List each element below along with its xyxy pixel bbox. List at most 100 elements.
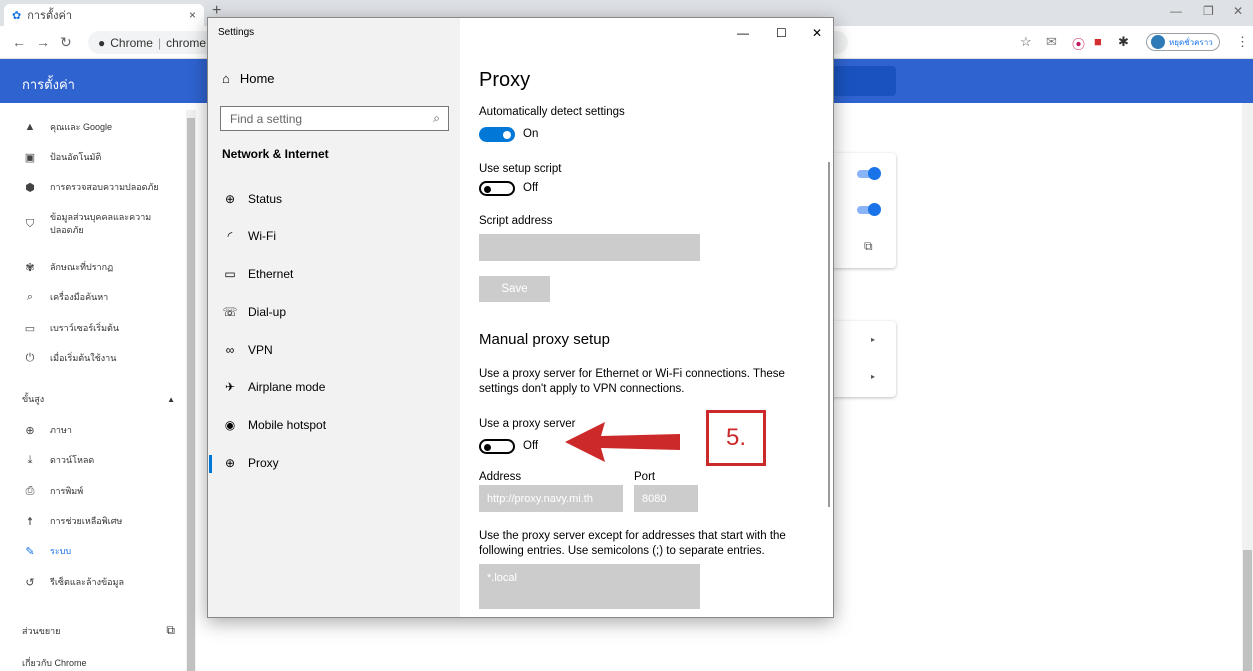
gear-icon: ✿ [12, 9, 22, 22]
minimize-icon[interactable]: — [737, 26, 749, 40]
use-proxy-state: Off [523, 440, 539, 452]
save-button[interactable]: Save [479, 276, 550, 302]
auto-detect-toggle[interactable] [479, 127, 515, 142]
nav-item-airplane-mode[interactable]: ✈ Airplane mode [222, 380, 325, 394]
nav-item-you-and-google[interactable]: ▲ คุณและ Google [0, 120, 113, 134]
nav-item-dialup[interactable]: ☏ Dial-up [222, 305, 286, 319]
port-input[interactable]: 8080 [634, 485, 698, 512]
nav-item-reset[interactable]: ↺ รีเซ็ตและล้างข้อมูล [0, 575, 124, 589]
nav-item-proxy[interactable]: ⊕ Proxy [222, 456, 279, 470]
nav-item-status[interactable]: ⊕ Status [222, 192, 282, 206]
wifi-icon: ◜ [227, 229, 233, 243]
script-address-input[interactable] [479, 234, 700, 261]
page-title: Proxy [479, 69, 531, 91]
section-title: Network & Internet [222, 147, 329, 161]
nav-item-wifi[interactable]: ◜ Wi-Fi [222, 229, 276, 243]
reload-icon[interactable]: ↻ [60, 34, 72, 51]
chevron-right-icon[interactable]: ▸ [871, 372, 875, 381]
home-label: Home [239, 71, 275, 86]
annotation-arrow [565, 422, 680, 462]
nav-label: Proxy [248, 456, 279, 470]
nav-item-privacy[interactable]: ⛉ ข้อมูลส่วนบุคคลและความปลอดภัย [0, 211, 180, 237]
setup-script-toggle[interactable] [479, 181, 515, 196]
extensions-puzzle-icon[interactable]: ✱ [1118, 34, 1129, 50]
nav-label: เมื่อเริ่มต้นใช้งาน [50, 353, 117, 363]
nav-item-system[interactable]: ✎ ระบบ [0, 544, 71, 558]
nav-item-languages[interactable]: ⊕ ภาษา [0, 423, 72, 437]
chevron-right-icon[interactable]: ▸ [871, 335, 875, 344]
tab-close-icon[interactable]: × [189, 8, 196, 22]
settings-search-bar[interactable] [830, 66, 896, 96]
close-icon[interactable]: ✕ [812, 26, 822, 40]
exceptions-description: Use the proxy server except for addresse… [479, 530, 786, 557]
auto-detect-label: Automatically detect settings [479, 106, 625, 118]
nav-label: ดาวน์โหลด [50, 455, 95, 465]
nav-label: การช่วยเหลือพิเศษ [50, 516, 123, 526]
site-info-icon[interactable]: ● [98, 36, 105, 50]
find-setting-input[interactable]: Find a setting ⌕ [220, 106, 449, 131]
open-external-icon[interactable]: ⧉ [864, 239, 873, 254]
globe-icon: ⊕ [25, 424, 35, 437]
nav-item-extensions[interactable]: ส่วนขยาย ⧉ [0, 623, 175, 638]
forward-icon[interactable]: → [36, 34, 50, 50]
profile-button[interactable]: หยุดชั่วคราว [1146, 33, 1220, 51]
nav-item-safety-check[interactable]: ⬢ การตรวจสอบความปลอดภัย [0, 180, 159, 194]
status-globe-icon: ⊕ [224, 192, 236, 206]
power-icon: ⏻ [25, 351, 35, 364]
nav-item-ethernet[interactable]: ▭ Ethernet [222, 267, 293, 281]
bookmark-star-icon[interactable]: ☆ [1020, 34, 1032, 50]
nav-item-search-engine[interactable]: ⌕ เครื่องมือค้นหา [0, 290, 108, 304]
extension-red-icon[interactable]: ■ [1094, 34, 1102, 49]
printer-icon: ⎙ [25, 484, 35, 497]
hotspot-icon: ◉ [224, 418, 236, 432]
maximize-icon[interactable]: ☐ [776, 26, 787, 40]
minimize-icon[interactable]: — [1170, 4, 1182, 18]
nav-item-accessibility[interactable]: ☨ การช่วยเหลือพิเศษ [0, 514, 122, 528]
use-proxy-toggle[interactable] [479, 439, 515, 454]
vpn-icon: ∞ [225, 343, 235, 357]
nav-item-default-browser[interactable]: ▭ เบราว์เซอร์เริ่มต้น [0, 321, 119, 335]
ethernet-icon: ▭ [224, 267, 236, 281]
nav-item-mobile-hotspot[interactable]: ◉ Mobile hotspot [222, 418, 326, 432]
exceptions-input[interactable]: *.local [479, 564, 700, 609]
nav-label: รีเซ็ตและล้างข้อมูล [50, 577, 124, 587]
script-address-label: Script address [479, 215, 553, 227]
avatar [1151, 35, 1165, 49]
restore-icon[interactable]: ❐ [1203, 4, 1214, 18]
home-icon: ⌂ [222, 71, 230, 86]
close-icon[interactable]: ✕ [1233, 4, 1243, 18]
pane-scrollbar[interactable] [828, 162, 830, 507]
nav-label: Dial-up [248, 305, 287, 319]
extension-record-icon[interactable]: ⦿ [1072, 34, 1085, 53]
page-title: การตั้งค่า [22, 77, 75, 92]
search-icon: ⌕ [26, 290, 34, 303]
browser-tab[interactable]: ✿ การตั้งค่า × [4, 4, 204, 26]
nav-item-on-startup[interactable]: ⏻ เมื่อเริ่มต้นใช้งาน [0, 351, 117, 365]
back-icon[interactable]: ← [12, 34, 26, 50]
nav-item-printing[interactable]: ⎙ การพิมพ์ [0, 484, 84, 498]
profile-label: หยุดชั่วคราว [1169, 37, 1213, 47]
nav-label: ภาษา [50, 425, 72, 435]
nav-label: Airplane mode [248, 380, 326, 394]
nav-item-autofill[interactable]: ▣ ป้อนอัตโนมัติ [0, 150, 102, 164]
nav-scrollbar-thumb[interactable] [187, 118, 195, 671]
nav-item-downloads[interactable]: ⤓ ดาวน์โหลด [0, 453, 95, 467]
nav-item-about[interactable]: เกี่ยวกับ Chrome [0, 656, 87, 670]
menu-kebab-icon[interactable]: ⋮ [1236, 34, 1249, 50]
nav-item-appearance[interactable]: ✾ ลักษณะที่ปรากฏ [0, 260, 113, 274]
nav-label: ป้อนอัตโนมัติ [50, 152, 102, 162]
nav-item-vpn[interactable]: ∞ VPN [222, 343, 273, 357]
nav-advanced-toggle[interactable]: ขั้นสูง ▲ [0, 392, 175, 406]
chrome-settings-nav: ▲ คุณและ Google ▣ ป้อนอัตโนมัติ ⬢ การตรว… [0, 103, 200, 671]
nav-label: Ethernet [248, 267, 294, 281]
home-link[interactable]: ⌂ Home [222, 71, 275, 86]
toggle-switch[interactable] [857, 167, 881, 180]
settings-window: Settings ⌂ Home Find a setting ⌕ Network… [207, 17, 834, 618]
extension-mail-icon[interactable]: ✉ [1046, 34, 1057, 50]
search-icon: ⌕ [433, 111, 440, 125]
nav-label: Wi-Fi [248, 229, 276, 243]
address-input[interactable]: http://proxy.navy.mi.th [479, 485, 623, 512]
browser-icon: ▭ [24, 322, 36, 335]
toggle-switch[interactable] [857, 203, 881, 216]
content-scrollbar-thumb[interactable] [1243, 550, 1252, 671]
